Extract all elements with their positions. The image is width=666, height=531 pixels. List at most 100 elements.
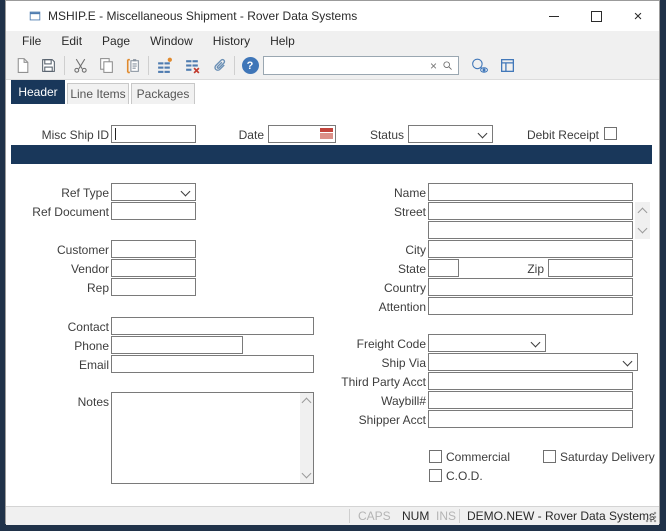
rep-label: Rep — [11, 279, 109, 297]
third-party-acct-input[interactable] — [428, 372, 633, 390]
phone-label: Phone — [11, 337, 109, 355]
search-input[interactable] — [268, 58, 426, 74]
freight-code-label: Freight Code — [324, 335, 426, 353]
saturday-delivery-label: Saturday Delivery — [560, 450, 655, 464]
cod-checkbox[interactable] — [429, 469, 442, 482]
scroll-up-icon[interactable] — [638, 208, 648, 218]
text-caret — [115, 128, 116, 140]
calendar-icon[interactable] — [320, 128, 333, 139]
tab-line-items[interactable]: Line Items — [67, 83, 129, 104]
save-icon — [40, 57, 57, 74]
phone-input[interactable] — [111, 336, 243, 354]
attachment-button[interactable] — [208, 54, 232, 77]
email-label: Email — [11, 356, 109, 374]
saturday-delivery-checkbox[interactable] — [543, 450, 556, 463]
maximize-button[interactable] — [575, 1, 617, 31]
title-bar[interactable]: MSHIP.E - Miscellaneous Shipment - Rover… — [6, 1, 659, 31]
city-label: City — [324, 241, 426, 259]
name-input[interactable] — [428, 183, 633, 201]
notes-textarea[interactable] — [111, 392, 314, 484]
help-icon: ? — [242, 57, 259, 74]
status-label: Status — [346, 126, 404, 144]
delete-row-icon — [184, 57, 201, 74]
menu-window[interactable]: Window — [140, 31, 203, 52]
state-label: State — [324, 260, 426, 278]
ref-document-label: Ref Document — [11, 203, 109, 221]
resize-grip[interactable] — [645, 511, 657, 523]
customer-input[interactable] — [111, 240, 196, 258]
menu-history[interactable]: History — [203, 31, 260, 52]
freight-code-select[interactable] — [428, 334, 546, 352]
contact-label: Contact — [11, 318, 109, 336]
ref-type-select[interactable] — [111, 183, 196, 201]
delete-row-button[interactable] — [180, 54, 204, 77]
commercial-label: Commercial — [446, 450, 510, 464]
search-icon[interactable] — [441, 59, 454, 72]
commercial-checkbox[interactable] — [429, 450, 442, 463]
save-button[interactable] — [36, 54, 60, 77]
insert-row-button[interactable] — [152, 54, 176, 77]
menu-page[interactable]: Page — [92, 31, 140, 52]
maximize-icon — [591, 11, 602, 22]
num-indicator: NUM — [402, 509, 429, 523]
customer-label: Customer — [11, 241, 109, 259]
email-input[interactable] — [111, 355, 314, 373]
status-select[interactable] — [408, 125, 493, 143]
cut-button[interactable] — [68, 54, 92, 77]
ship-via-label: Ship Via — [324, 354, 426, 372]
rep-input[interactable] — [111, 278, 196, 296]
street-line1-input[interactable] — [428, 202, 633, 220]
search-clear-icon[interactable]: × — [426, 60, 441, 72]
misc-ship-id-label: Misc Ship ID — [11, 126, 109, 144]
close-button[interactable]: × — [617, 1, 659, 31]
tab-packages[interactable]: Packages — [131, 83, 195, 104]
help-button[interactable]: ? — [238, 54, 262, 77]
vendor-label: Vendor — [11, 260, 109, 278]
window-layout-icon — [499, 57, 516, 74]
menu-file[interactable]: File — [12, 31, 51, 52]
insert-row-icon — [156, 57, 173, 74]
ref-document-input[interactable] — [111, 202, 196, 220]
misc-ship-id-input[interactable] — [111, 125, 196, 143]
new-document-button[interactable] — [10, 54, 34, 77]
toolbar-separator — [64, 56, 65, 75]
zip-input[interactable] — [548, 259, 633, 277]
paste-button[interactable] — [120, 54, 144, 77]
record-lookup-button[interactable] — [467, 54, 491, 77]
app-window: MSHIP.E - Miscellaneous Shipment - Rover… — [5, 0, 660, 524]
debit-receipt-checkbox[interactable] — [604, 127, 617, 140]
window-controls: × — [533, 1, 659, 31]
window-layout-button[interactable] — [495, 54, 519, 77]
debit-receipt-label: Debit Receipt — [516, 126, 599, 144]
ship-via-select[interactable] — [428, 353, 638, 371]
section-divider-bar — [11, 145, 652, 164]
chevron-down-icon — [623, 357, 633, 367]
statusbar-separator — [459, 509, 460, 523]
waybill-input[interactable] — [428, 391, 633, 409]
paste-clipboard-icon — [124, 57, 141, 74]
scroll-down-icon[interactable] — [302, 469, 312, 479]
menu-edit[interactable]: Edit — [51, 31, 92, 52]
toolbar: ? × — [6, 52, 659, 80]
copy-button[interactable] — [94, 54, 118, 77]
vendor-input[interactable] — [111, 259, 196, 277]
attention-input[interactable] — [428, 297, 633, 315]
scroll-up-icon[interactable] — [302, 398, 312, 408]
tab-header[interactable]: Header — [11, 80, 65, 104]
shipper-acct-input[interactable] — [428, 410, 633, 428]
scroll-down-icon[interactable] — [638, 224, 648, 234]
street-scrollbar[interactable] — [635, 202, 650, 239]
city-input[interactable] — [428, 240, 633, 258]
state-input[interactable] — [428, 259, 459, 277]
notes-scrollbar[interactable] — [300, 393, 313, 483]
minimize-icon — [549, 16, 559, 17]
street-line2-input[interactable] — [428, 221, 633, 239]
minimize-button[interactable] — [533, 1, 575, 31]
menu-help[interactable]: Help — [260, 31, 305, 52]
chevron-down-icon — [531, 338, 541, 348]
chevron-down-icon — [478, 129, 488, 139]
contact-input[interactable] — [111, 317, 314, 335]
country-input[interactable] — [428, 278, 633, 296]
copy-icon — [98, 57, 115, 74]
session-status: DEMO.NEW - Rover Data Systems — [467, 509, 655, 523]
